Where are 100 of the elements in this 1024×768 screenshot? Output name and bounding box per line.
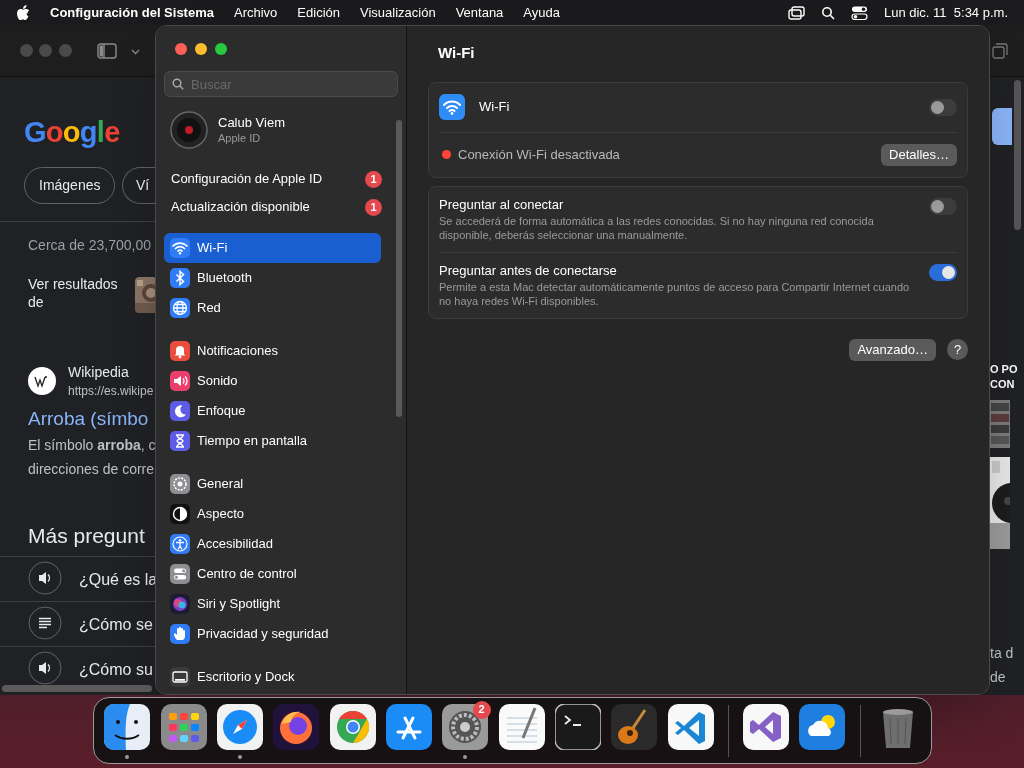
ring-icon	[329, 703, 376, 750]
sidebar-alert-item[interactable]: Configuración de Apple ID 1	[164, 165, 398, 193]
option-title: Preguntar al conectar	[439, 196, 565, 213]
control-center-icon	[850, 5, 868, 20]
sidebar-item[interactable]: Privacidad y seguridad	[164, 619, 381, 649]
help-button[interactable]: ?	[947, 339, 968, 360]
dock-item[interactable]: 2	[440, 700, 491, 761]
sidebar-item[interactable]: Notificaciones	[164, 336, 381, 366]
wifi-label: Wi-Fi	[479, 98, 511, 117]
gear-icon	[442, 703, 489, 750]
orb-icon	[170, 594, 190, 614]
sidebar-item[interactable]: Wi-Fi	[164, 233, 381, 263]
pane-title: Wi-Fi	[437, 43, 476, 63]
chevron-down-icon	[131, 49, 140, 55]
notepad-icon	[498, 703, 545, 750]
letter-a-icon	[385, 703, 432, 750]
notification-badge: 1	[365, 198, 382, 216]
heading-text: O PO	[990, 362, 1018, 377]
alert-label: Actualización disponible	[171, 198, 311, 217]
gear-icon	[170, 474, 190, 494]
scrollbar[interactable]	[2, 685, 152, 692]
sidebar-item[interactable]: General	[164, 469, 381, 499]
question-text[interactable]: ¿Cómo su	[79, 658, 153, 682]
menu-item[interactable]: Edición	[297, 2, 340, 23]
minimize-button[interactable]	[195, 43, 207, 55]
close-button[interactable]	[175, 43, 187, 55]
question-text[interactable]: ¿Cómo se	[79, 613, 153, 637]
toggle-switch[interactable]	[929, 197, 957, 215]
windows-icon	[787, 5, 805, 20]
hand-icon	[170, 624, 190, 644]
source-name: Wikipedia	[68, 363, 129, 382]
bell-icon	[170, 341, 190, 361]
sidebar-item[interactable]: Centro de control	[164, 559, 381, 589]
app-name[interactable]: Configuración del Sistema	[50, 2, 214, 23]
result-count: Cerca de 23,700,00	[28, 236, 151, 255]
result-title-link[interactable]: Arroba (símbo	[28, 405, 149, 434]
search-icon	[172, 78, 184, 90]
speaker-icon	[28, 651, 62, 685]
search-icon	[820, 5, 835, 20]
sidebar-item[interactable]: Enfoque	[164, 396, 381, 426]
globe-icon	[170, 298, 190, 318]
list-icon	[28, 606, 62, 640]
snippet-text: ta d	[990, 644, 1014, 663]
running-indicator	[463, 754, 468, 759]
sidebar-item[interactable]: Red	[164, 293, 381, 323]
menu-item[interactable]: Archivo	[234, 2, 278, 23]
running-indicator	[125, 754, 130, 759]
sidebar-item[interactable]: Accesibilidad	[164, 529, 381, 559]
face-icon	[104, 703, 151, 750]
hourglass-icon	[170, 431, 190, 451]
apple-icon	[16, 4, 30, 21]
menu-item[interactable]: Visualización	[360, 2, 436, 23]
running-indicator	[237, 754, 242, 759]
menu-item[interactable]: Ayuda	[523, 2, 560, 23]
sidebar-item[interactable]: Sonido	[164, 366, 381, 396]
sidebar-icon	[97, 43, 117, 59]
account-subtitle: Apple ID	[218, 131, 262, 145]
menu-item[interactable]: Ventana	[455, 2, 504, 23]
toggle-switch[interactable]	[929, 263, 957, 281]
alert-label: Configuración de Apple ID	[171, 170, 324, 189]
google-logo[interactable]: Google	[24, 111, 120, 155]
grid-icon	[160, 703, 207, 750]
notification-badge: 1	[365, 170, 382, 188]
sidebar-alert-item[interactable]: Actualización disponible 1	[164, 193, 398, 221]
wifi-icon	[170, 238, 190, 258]
wikipedia-icon	[28, 367, 56, 395]
compass-icon	[216, 703, 263, 750]
contrast-icon	[170, 504, 190, 524]
sidebar-item[interactable]: Tiempo en pantalla	[164, 426, 381, 456]
option-description: Se accederá de forma automática a las redes conocidas. Si no hay ninguna red conocida disponible, deberás seleccionar una manualmente.	[439, 213, 875, 242]
option-title: Preguntar antes de conectarse	[439, 262, 618, 279]
toggle-switch[interactable]	[929, 98, 957, 116]
snippet-text: de	[990, 668, 1006, 687]
accessibility-icon	[170, 534, 190, 554]
account-name[interactable]: Calub Viem	[218, 115, 285, 131]
fox-globe-icon	[273, 703, 320, 750]
source-url: https://es.wikipe	[68, 383, 154, 400]
code-icon	[667, 703, 714, 750]
bluetooth-icon	[170, 268, 190, 288]
toggles-icon	[170, 564, 190, 584]
sidebar-item[interactable]: Escritorio y Dock	[164, 662, 381, 692]
clock[interactable]: Lun dic. 11 5:34 p.m.	[883, 2, 1008, 23]
speaker-icon	[170, 371, 190, 391]
scrollbar[interactable]	[396, 120, 402, 417]
snippet-text: direcciones de corre	[28, 460, 155, 479]
sidebar-item[interactable]: Siri y Spotlight	[164, 589, 381, 619]
zoom-button[interactable]	[215, 43, 227, 55]
details-button[interactable]: Detalles…	[881, 143, 957, 166]
snippet-text: El símbolo arroba, c	[28, 436, 156, 455]
avatar-icon	[170, 111, 208, 149]
sidebar-item[interactable]: Bluetooth	[164, 263, 381, 293]
notification-badge: 2	[472, 700, 491, 719]
scrollbar[interactable]	[1014, 80, 1021, 230]
sidebar-item[interactable]: Aspecto	[164, 499, 381, 529]
heading-text: CON	[990, 377, 1015, 392]
cloud-icon	[799, 703, 846, 750]
terminal-icon	[555, 703, 602, 750]
section-heading: Más pregunt	[28, 523, 145, 549]
advanced-button[interactable]: Avanzado…	[849, 338, 936, 361]
button-edge[interactable]	[992, 108, 1012, 145]
